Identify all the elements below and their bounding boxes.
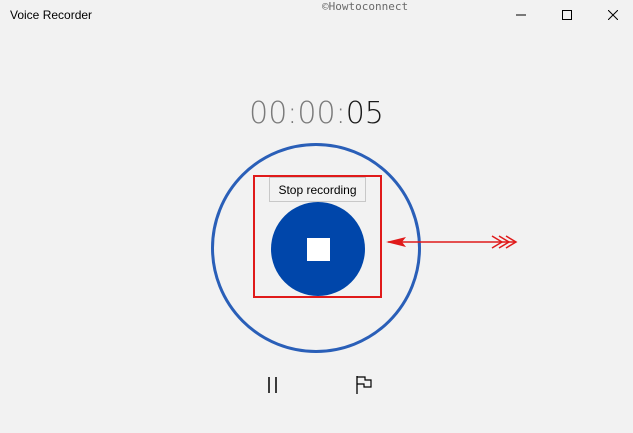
pause-icon xyxy=(268,377,277,393)
add-marker-button[interactable] xyxy=(349,370,379,400)
annotation-arrow-icon xyxy=(386,235,518,249)
minimize-button[interactable] xyxy=(498,0,544,30)
maximize-icon xyxy=(562,10,572,20)
minimize-icon xyxy=(516,14,526,16)
app-title: Voice Recorder xyxy=(10,8,93,22)
recording-timer: 00:00:05 xyxy=(0,96,633,131)
voice-recorder-window: Voice Recorder ©Howtoconnect 00:00:05 St… xyxy=(0,0,633,433)
watermark-text: ©Howtoconnect xyxy=(322,0,409,13)
maximize-button[interactable] xyxy=(544,0,590,30)
flag-marker-icon xyxy=(356,376,372,394)
timer-hours-minutes: 00:00: xyxy=(249,96,346,131)
close-button[interactable] xyxy=(590,0,633,30)
title-bar[interactable]: Voice Recorder ©Howtoconnect xyxy=(0,0,633,30)
close-icon xyxy=(608,10,618,20)
stop-recording-tooltip: Stop recording xyxy=(269,177,366,202)
timer-seconds: 05 xyxy=(345,96,384,131)
pause-button[interactable] xyxy=(258,370,288,400)
